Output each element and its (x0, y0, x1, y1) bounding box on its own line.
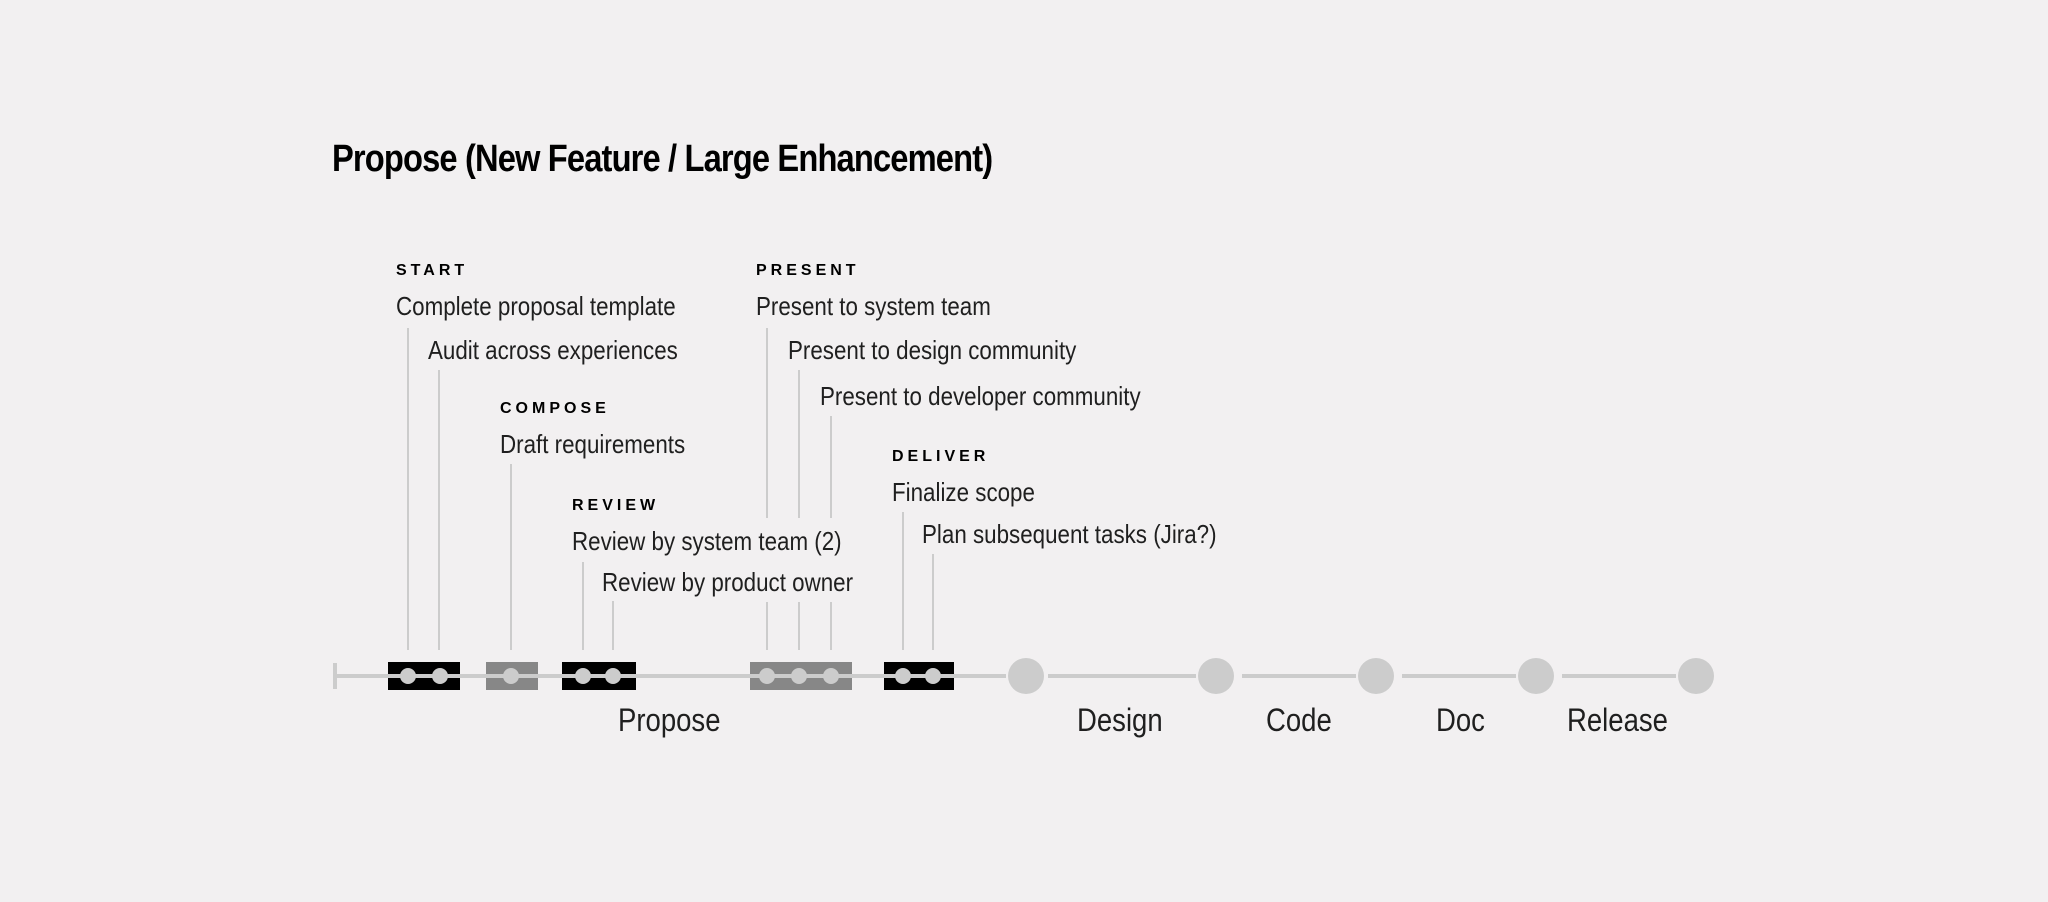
task-dot (823, 668, 839, 684)
task-dot (925, 668, 941, 684)
stage-milestone-design (1198, 658, 1234, 694)
stage-milestone-propose-end (1008, 658, 1044, 694)
task-dot (432, 668, 448, 684)
leader-lines (407, 328, 934, 650)
task-dot (575, 668, 591, 684)
timeline (333, 328, 1714, 694)
task-dot (895, 668, 911, 684)
stage-milestone-code (1358, 658, 1394, 694)
stage-milestone-release (1678, 658, 1714, 694)
task-dot (400, 668, 416, 684)
task-dot (791, 668, 807, 684)
task-dot (605, 668, 621, 684)
task-dot (759, 668, 775, 684)
stage-milestone-doc (1518, 658, 1554, 694)
task-dot (503, 668, 519, 684)
